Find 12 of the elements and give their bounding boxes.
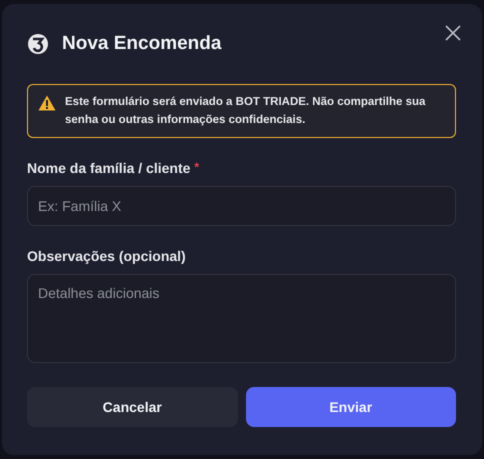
- warning-icon: [38, 95, 56, 111]
- notes-field[interactable]: Detalhes adicionais: [27, 274, 456, 363]
- logo-icon: [27, 33, 49, 55]
- required-mark: *: [194, 160, 200, 174]
- cancel-button[interactable]: Cancelar: [27, 387, 238, 427]
- field-label: Observações (opcional): [27, 248, 186, 264]
- warning-text: Este formulário será enviado a BOT TRIADE. Não compartilhe sua senha ou outras informações confidenciais.: [65, 95, 426, 128]
- field-label: Nome da família / cliente: [27, 160, 190, 176]
- dialog-title: Nova Encomenda: [62, 33, 222, 55]
- name-input-field[interactable]: Ex: Família X: [27, 186, 456, 226]
- submit-button[interactable]: Enviar: [246, 387, 456, 427]
- close-icon[interactable]: [445, 25, 461, 41]
